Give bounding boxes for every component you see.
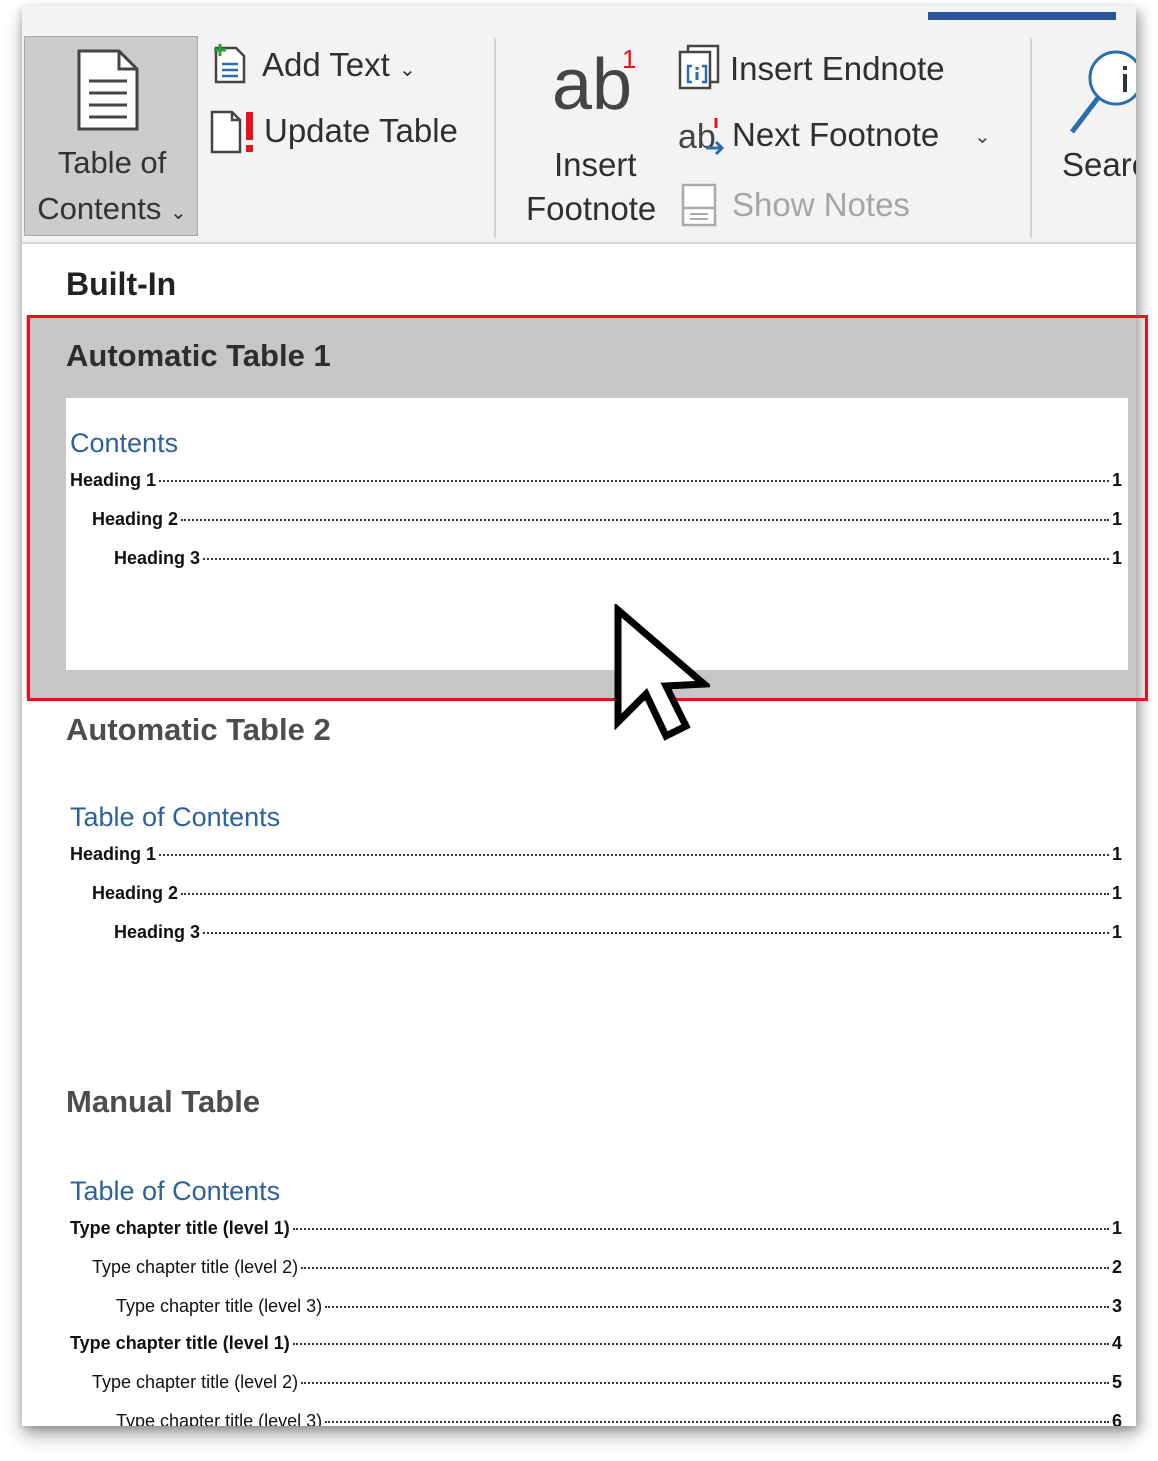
search-button[interactable]: Searc [1062,146,1136,184]
footnote-ab-icon: ab 1 [552,44,637,125]
toc-preview-entry: Heading 21 [92,883,1122,903]
gallery-item-title: Manual Table [66,1084,261,1119]
insert-endnote-button[interactable]: Insert Endnote [730,50,945,88]
next-footnote-icon: ab [678,114,726,165]
toc-button-label-line2: Contents ⌄ [37,191,187,226]
gallery-item-title: Automatic Table 2 [66,712,331,747]
toc-button-label-line1: Table of [57,145,167,180]
toc-preview-heading: Table of Contents [70,1176,281,1206]
toc-preview-entry: Type chapter title (level 3) 3 [116,1296,1122,1316]
toc-preview-entry: Type chapter title (level 1) 4 [70,1333,1122,1353]
highlight-annotation-box [27,315,1148,701]
insert-endnote-icon [678,44,722,95]
svg-text:ab: ab [678,118,716,156]
show-notes-icon [680,182,718,233]
chevron-down-icon: ⌄ [169,202,187,224]
document-lines-icon [75,47,141,138]
toc-preview-entry: Heading 11 [70,844,1122,864]
mouse-pointer-icon [610,602,713,749]
chevron-down-icon: ⌄ [398,59,416,81]
toc-preview-entry: Heading 31 [114,922,1122,942]
toc-preview: Table of Contents Type chapter title (le… [66,1140,1128,1426]
next-footnote-button[interactable]: Next Footnote [732,116,939,154]
toc-preview: Table of Contents Heading 11 Heading 21 … [66,766,1128,966]
toc-preview-entry: Type chapter title (level 2) 5 [92,1372,1122,1392]
insert-footnote-label-line1: Insert [554,146,637,183]
toc-preview-entry: Type chapter title (level 2) 2 [92,1257,1122,1277]
add-text-button[interactable]: Add Text ⌄ [262,46,416,84]
ribbon-divider [494,38,496,238]
built-in-section-label: Built-In [66,266,177,302]
toc-dropdown-window: Table of Contents ⌄ Add Text ⌄ Update Ta… [22,6,1136,1426]
ribbon-divider [1030,38,1032,238]
references-ribbon: Table of Contents ⌄ Add Text ⌄ Update Ta… [22,6,1136,244]
insert-footnote-label-line2: Footnote [526,190,657,227]
table-of-contents-button[interactable]: Table of Contents ⌄ [24,36,198,236]
toc-preview-entry-cut-off: Type chapter title (level 3) 6 [116,1411,1122,1426]
search-icon [1068,46,1136,147]
show-notes-button[interactable]: Show Notes [732,186,910,224]
toc-preview-entry: Type chapter title (level 1) 1 [70,1218,1122,1238]
update-table-icon [208,108,260,161]
active-tab-indicator [928,12,1116,20]
next-footnote-dropdown-chevron-icon[interactable]: ⌄ [974,124,991,149]
add-text-icon [212,42,248,89]
update-table-button[interactable]: Update Table [264,112,458,150]
toc-preview-heading: Table of Contents [70,802,281,832]
